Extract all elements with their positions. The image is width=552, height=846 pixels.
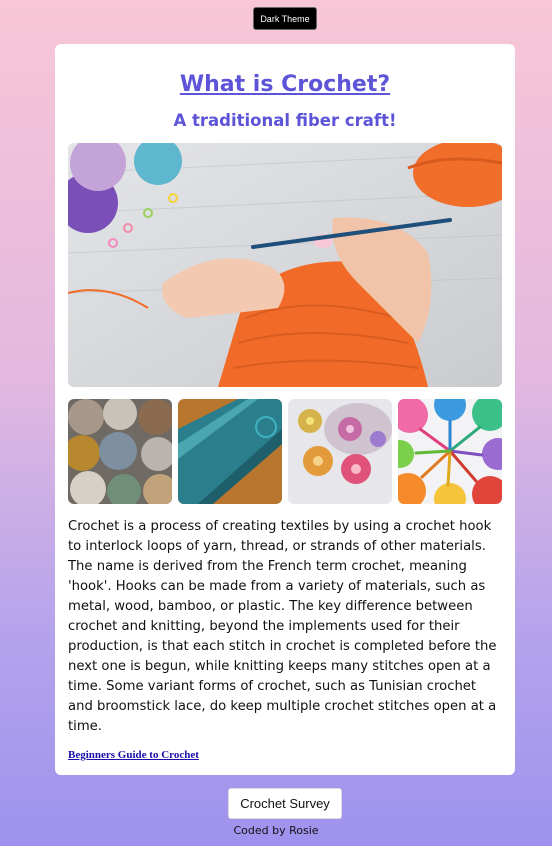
yarn-balls-photo — [68, 399, 172, 504]
page-title: What is Crochet? — [179, 72, 391, 97]
blue-crochet-fabric-photo — [178, 399, 282, 504]
hero-image — [68, 143, 502, 387]
article-card: What is Crochet? A traditional fiber cra… — [55, 44, 515, 775]
footer-credit: Coded by Rosie — [233, 824, 319, 837]
crochet-flowers-photo — [288, 399, 392, 504]
crochet-survey-button[interactable]: Crochet Survey — [228, 788, 342, 819]
colorful-hooks-photo — [398, 399, 502, 504]
dark-theme-button[interactable]: Dark Theme — [253, 7, 317, 30]
page-subtitle: A traditional fiber craft! — [173, 111, 397, 130]
article-body: Crochet is a process of creating textile… — [68, 519, 497, 734]
beginners-guide-link[interactable]: Beginners Guide to Crochet — [68, 749, 199, 761]
